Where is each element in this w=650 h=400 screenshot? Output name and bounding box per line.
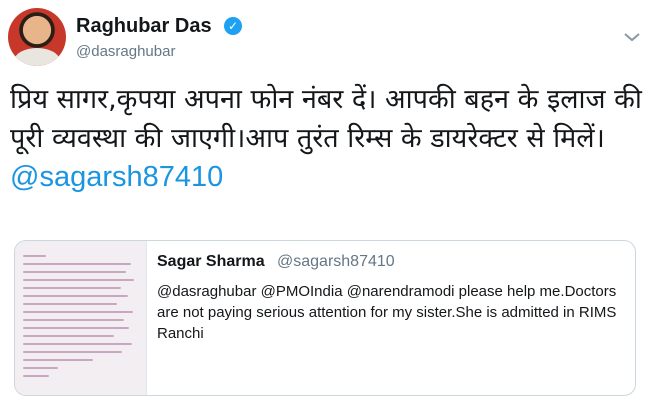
tweet-body: प्रिय सागर,कृपया अपना फोन नंबर दें। आपकी… bbox=[10, 84, 642, 154]
avatar[interactable] bbox=[8, 8, 66, 66]
quoted-author-handle[interactable]: @sagarsh87410 bbox=[277, 253, 395, 271]
tweet-header: Raghubar Das ✓ @dasraghubar bbox=[8, 8, 642, 70]
author-display-name[interactable]: Raghubar Das bbox=[76, 15, 212, 38]
chevron-down-icon[interactable] bbox=[622, 30, 642, 44]
tweet-mention-link[interactable]: @sagarsh87410 bbox=[10, 161, 223, 193]
quoted-author-name[interactable]: Sagar Sharma bbox=[157, 253, 265, 271]
quoted-tweet[interactable]: Sagar Sharma @sagarsh87410 @dasraghubar … bbox=[14, 240, 636, 396]
letter-image-icon[interactable] bbox=[15, 241, 147, 395]
author-handle[interactable]: @dasraghubar bbox=[76, 43, 175, 60]
verified-badge-icon: ✓ bbox=[224, 17, 242, 35]
tweet-text: प्रिय सागर,कृपया अपना फोन नंबर दें। आपकी… bbox=[10, 80, 644, 197]
quoted-tweet-text: @dasraghubar @PMOIndia @narendramodi ple… bbox=[157, 283, 617, 342]
